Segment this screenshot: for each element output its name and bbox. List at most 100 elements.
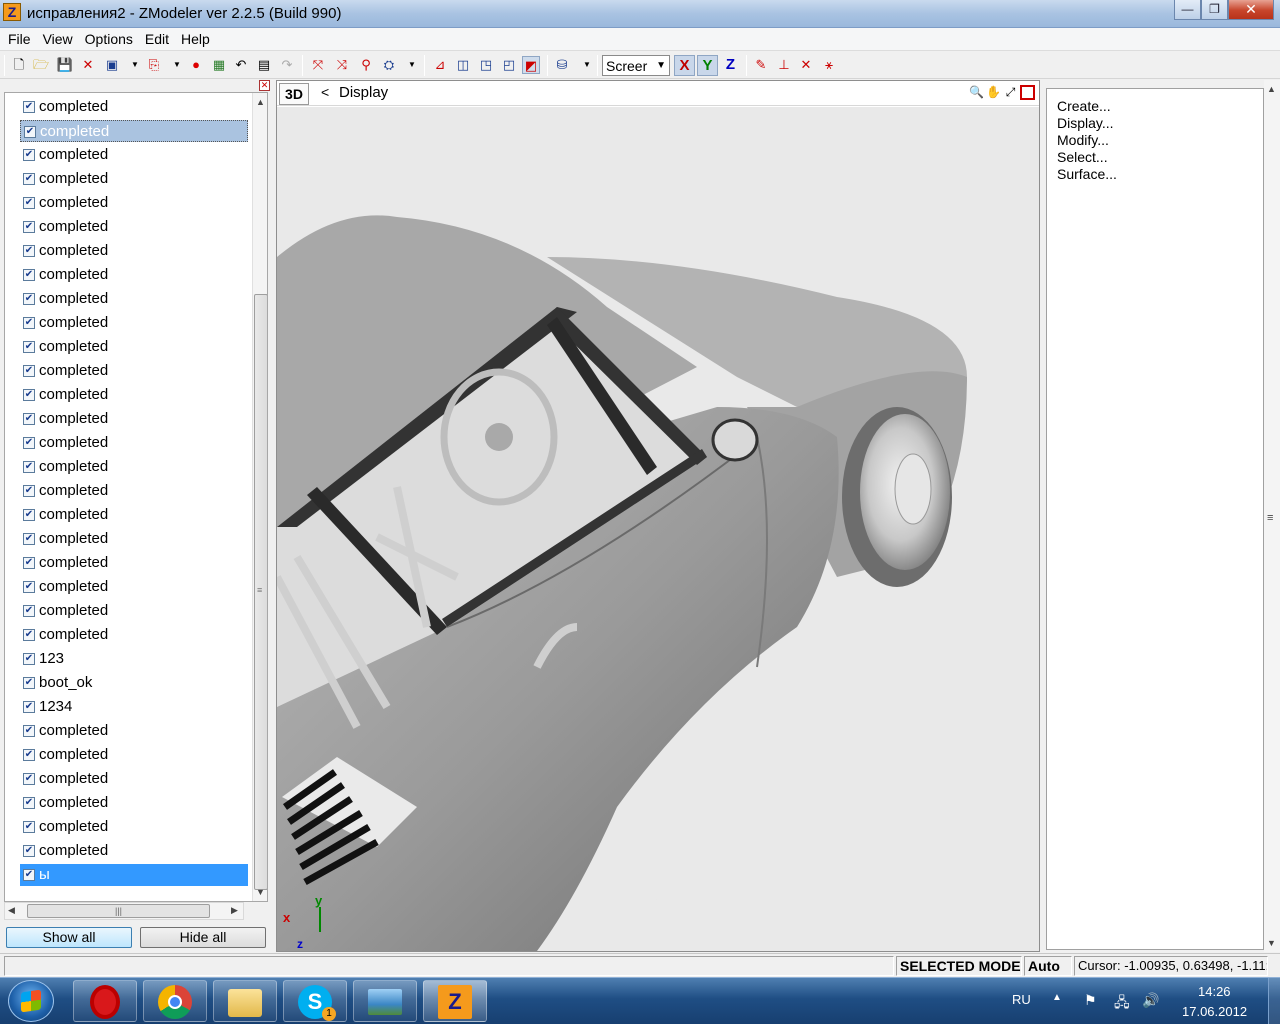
tree-item[interactable]: ✔ completed [20,600,248,622]
visibility-checkbox[interactable]: ✔ [23,341,35,353]
tree-item[interactable]: ✔ completed [20,408,248,430]
visibility-checkbox[interactable]: ✔ [23,677,35,689]
visibility-checkbox[interactable]: ✔ [23,173,35,185]
tree-vertical-scrollbar[interactable]: ▲ ≡ ▼ [252,93,267,901]
menu-file[interactable]: File [2,28,37,50]
visibility-checkbox[interactable]: ✔ [23,485,35,497]
tree-item[interactable]: ✔ completed [20,384,248,406]
scroll-down-icon[interactable]: ▼ [256,887,265,897]
menu-edit[interactable]: Edit [139,28,175,50]
scroll-down-icon[interactable]: ▼ [1267,938,1276,948]
texture-icon[interactable]: ▦ [210,56,228,74]
visibility-checkbox[interactable]: ✔ [23,605,35,617]
command-display[interactable]: Display... [1057,115,1114,131]
tree-item[interactable]: ✔ completed [20,768,248,790]
axis-y-toggle[interactable]: Y [697,55,718,76]
visibility-checkbox[interactable]: ✔ [23,365,35,377]
axes-local-icon[interactable]: ✕ [797,56,815,74]
tree-item[interactable]: ✔ completed [20,264,248,286]
zmodeler-app-icon[interactable]: Z [3,3,21,21]
new-file-icon[interactable]: 🗋 [10,56,28,74]
visibility-checkbox[interactable]: ✔ [23,221,35,233]
notes-icon[interactable]: ▤ [255,56,273,74]
visibility-checkbox[interactable]: ✔ [23,557,35,569]
visibility-checkbox[interactable]: ✔ [23,581,35,593]
tree-item[interactable]: ✔ completed [20,720,248,742]
export-dropdown-icon[interactable]: ▼ [168,56,186,74]
visibility-checkbox[interactable]: ✔ [23,509,35,521]
select-dropdown-icon[interactable]: ▼ [403,56,421,74]
clock-time[interactable]: 14:26 [1198,984,1231,999]
tree-item[interactable]: ✔ completed [20,624,248,646]
visibility-checkbox[interactable]: ✔ [23,269,35,281]
visibility-checkbox[interactable]: ✔ [23,869,35,881]
viewport-back-icon[interactable]: < [321,84,329,100]
visibility-checkbox[interactable]: ✔ [23,773,35,785]
tree-item[interactable]: ✔ completed [20,192,248,214]
tree-horizontal-scrollbar[interactable]: ◀ ||| ▶ [4,902,244,920]
tree-item[interactable]: ✔ boot_ok [20,672,248,694]
clock-date[interactable]: 17.06.2012 [1182,1004,1247,1019]
import-icon[interactable]: ▣ [103,56,121,74]
scroll-right-icon[interactable]: ▶ [231,905,238,916]
select-vertex-icon[interactable]: ⤧ [309,56,327,74]
menu-options[interactable]: Options [79,28,139,50]
taskbar-opera[interactable] [73,980,137,1022]
visibility-checkbox[interactable]: ✔ [23,797,35,809]
taskbar-skype[interactable]: S 1 [283,980,347,1022]
axis-x-toggle[interactable]: X [674,55,695,76]
tree-item[interactable]: ✔ completed [20,168,248,190]
command-panel-scrollbar[interactable]: ▲ ≡ ▼ [1264,80,1280,952]
tree-item[interactable]: ✔ completed [20,432,248,454]
export-icon[interactable]: ⎘ [145,56,163,74]
visibility-checkbox[interactable]: ✔ [23,317,35,329]
open-folder-icon[interactable]: 🗁 [32,56,50,74]
visibility-checkbox[interactable]: ✔ [23,821,35,833]
paint-icon[interactable]: ✎ [752,56,770,74]
tree-item[interactable]: ✔ completed [20,120,248,142]
maximize-viewport-icon[interactable]: ⤢ [1003,85,1018,100]
viewport-3d[interactable]: 3D < Display 🔍 ✋ ⤢ x y z [276,80,1040,952]
taskbar-photo-viewer[interactable] [353,980,417,1022]
tree-item[interactable]: ✔ completed [20,528,248,550]
command-modify[interactable]: Modify... [1057,132,1109,148]
visibility-checkbox[interactable]: ✔ [23,461,35,473]
tree-item[interactable]: ✔ completed [20,96,248,118]
tree-item[interactable]: ✔ 1234 [20,696,248,718]
visibility-checkbox[interactable]: ✔ [23,749,35,761]
tree-item[interactable]: ✔ completed [20,240,248,262]
command-create[interactable]: Create... [1057,98,1111,114]
axes-world-icon[interactable]: ⚹ [820,56,838,74]
visibility-checkbox[interactable]: ✔ [23,437,35,449]
command-select[interactable]: Select... [1057,149,1108,165]
level-group-icon[interactable]: ◰ [500,56,518,74]
taskbar-chrome[interactable] [143,980,207,1022]
scroll-left-icon[interactable]: ◀ [8,905,15,916]
select-object-icon[interactable]: ⚲ [357,56,375,74]
scroll-thumb[interactable]: ≡ [254,294,267,890]
save-icon[interactable]: 💾 [56,56,74,74]
minimize-button[interactable]: — [1174,0,1201,20]
action-center-flag-icon[interactable]: ⚑ [1084,992,1097,1009]
level-hierarchy-icon[interactable]: ◩ [522,56,540,74]
visibility-checkbox[interactable]: ✔ [23,197,35,209]
level-vertex-icon[interactable]: ⊿ [431,56,449,74]
hide-all-button[interactable]: Hide all [140,927,266,948]
record-icon[interactable]: ● [187,56,205,74]
axis-z-toggle[interactable]: Z [720,55,741,76]
visibility-checkbox[interactable]: ✔ [23,389,35,401]
visibility-checkbox[interactable]: ✔ [23,413,35,425]
material-bucket-icon[interactable]: ⛁ [553,56,571,74]
language-indicator[interactable]: RU [1012,992,1031,1007]
close-button[interactable]: ✕ [1228,0,1274,20]
visibility-checkbox[interactable]: ✔ [23,149,35,161]
visibility-checkbox[interactable]: ✔ [23,701,35,713]
tree-item[interactable]: ✔ completed [20,288,248,310]
tree-item[interactable]: ✔ completed [20,840,248,862]
visibility-checkbox[interactable]: ✔ [23,629,35,641]
visibility-checkbox[interactable]: ✔ [23,245,35,257]
zoom-icon[interactable]: 🔍 [969,85,984,100]
show-desktop-button[interactable] [1268,978,1280,1024]
undo-icon[interactable]: ↶ [232,56,250,74]
import-dropdown-icon[interactable]: ▼ [126,56,144,74]
